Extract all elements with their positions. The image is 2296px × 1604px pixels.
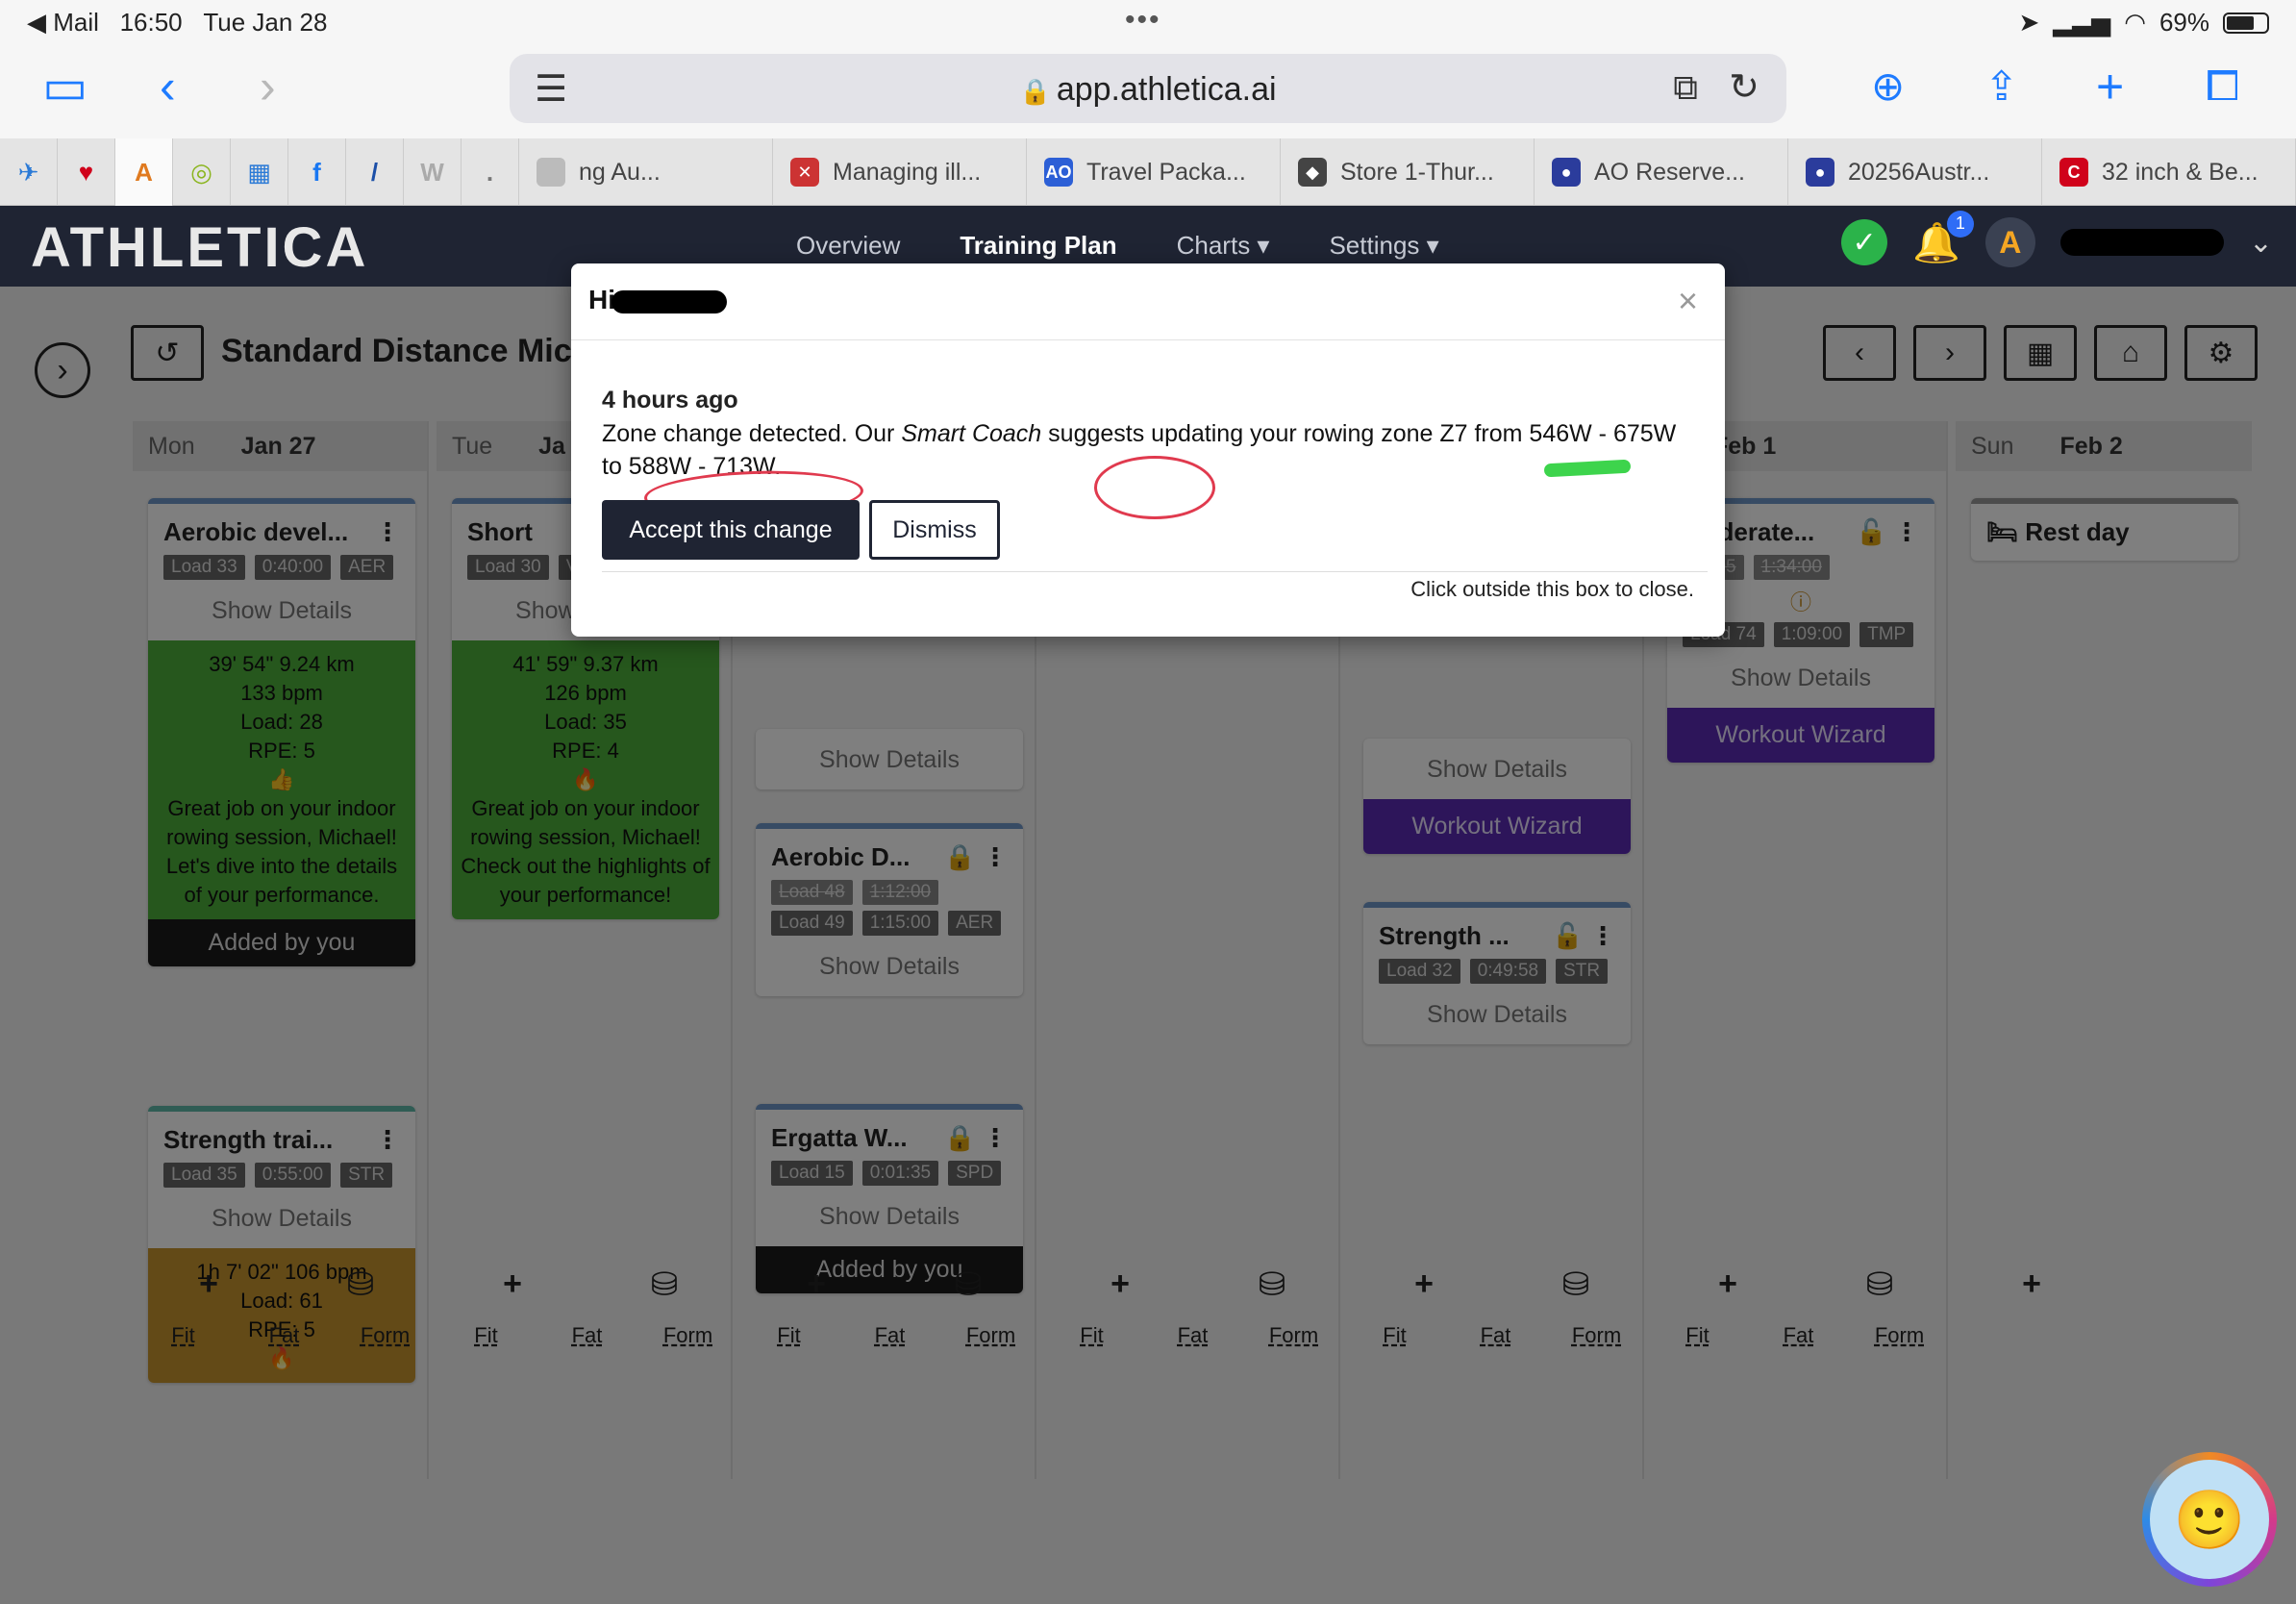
status-left: ◀ Mail 16:50 Tue Jan 28 xyxy=(27,8,327,38)
tab-label: Managing ill... xyxy=(833,158,982,186)
status-time: 16:50 xyxy=(119,8,183,37)
browser-tab[interactable]: ✕ Managing ill... xyxy=(773,138,1027,206)
tab-strip: ✈ ♥ A ◎ ▦ f / W . ng Au... ✕ Managing ill.… xyxy=(0,138,2296,206)
status-right: ➤ ▂▃▅ ◠ 69% xyxy=(2018,8,2269,38)
athletica-logo[interactable]: ATHLETICA xyxy=(31,215,368,280)
new-tab-icon[interactable]: + xyxy=(2096,58,2124,115)
notifications-bell-icon[interactable]: 🔔 1 xyxy=(1912,210,1974,265)
sync-status-check-icon[interactable]: ✓ xyxy=(1841,219,1888,265)
chevron-down-icon[interactable]: ⌄ xyxy=(2249,226,2273,260)
tab-favicon-icon: AO xyxy=(1044,158,1073,187)
tab-label: 20256Austr... xyxy=(1848,158,1990,186)
modal-divider xyxy=(602,571,1708,572)
back-icon[interactable]: ‹ xyxy=(160,58,176,115)
redacted-name xyxy=(611,289,727,313)
battery-icon xyxy=(2223,12,2269,34)
tab-favicon-icon xyxy=(537,158,565,187)
pinned-tab-9[interactable]: . xyxy=(462,138,519,206)
tab-favicon-icon: ● xyxy=(1552,158,1581,187)
pinned-tab-7[interactable]: / xyxy=(346,138,404,206)
nav-training-plan[interactable]: Training Plan xyxy=(960,231,1116,261)
notification-time: 4 hours ago xyxy=(602,387,738,414)
modal-title: Hi xyxy=(588,285,727,315)
battery-percent: 69% xyxy=(2159,8,2209,37)
pinned-tab-1[interactable]: ✈ xyxy=(0,138,58,206)
tab-label: AO Reserve... xyxy=(1594,158,1745,186)
address-bar[interactable]: ☰ 🔒 app.athletica.ai ⧉ ↻ xyxy=(510,54,1786,123)
notification-badge: 1 xyxy=(1946,210,1974,238)
sidebar-icon[interactable]: ▭ xyxy=(42,58,87,115)
browser-tab[interactable]: AO Travel Packa... xyxy=(1027,138,1281,206)
accept-change-button[interactable]: Accept this change xyxy=(602,500,860,560)
annotation-circle-zone xyxy=(1094,456,1215,519)
dismiss-button[interactable]: Dismiss xyxy=(869,500,1000,560)
extension-icon[interactable]: ⧉ xyxy=(1673,67,1698,109)
browser-tab[interactable]: ng Au... xyxy=(519,138,773,206)
reload-icon[interactable]: ↻ xyxy=(1729,65,1759,109)
pinned-tab-2[interactable]: ♥ xyxy=(58,138,115,206)
pinned-tab-facebook[interactable]: f xyxy=(288,138,346,206)
main-nav: Overview Training Plan Charts ▾ Settings… xyxy=(796,231,1439,261)
tabs-container: ng Au... ✕ Managing ill... AO Travel Packa..… xyxy=(519,138,2296,206)
pinned-tab-4[interactable]: ◎ xyxy=(173,138,231,206)
forward-icon[interactable]: › xyxy=(260,58,276,115)
browser-tab[interactable]: ◆ Store 1-Thur... xyxy=(1281,138,1535,206)
modal-header: Hi × xyxy=(571,263,1725,340)
tab-label: Travel Packa... xyxy=(1086,158,1246,186)
close-hint: Click outside this box to close. xyxy=(1410,577,1694,601)
browser-tab[interactable]: C 32 inch & Be... xyxy=(2042,138,2296,206)
pinned-tab-athletica[interactable]: A xyxy=(115,138,173,206)
zone-change-modal: Hi × 4 hours ago Zone change detected. O… xyxy=(571,263,1725,637)
nav-overview[interactable]: Overview xyxy=(796,231,900,261)
lock-icon: 🔒 xyxy=(1019,77,1051,106)
browser-tab[interactable]: ● 20256Austr... xyxy=(1788,138,2042,206)
wifi-icon: ◠ xyxy=(2124,8,2146,37)
username-redacted xyxy=(2059,229,2224,256)
smart-coach-avatar[interactable]: 🙂 xyxy=(2142,1452,2277,1587)
status-date: Tue Jan 28 xyxy=(203,8,328,37)
tabs-overview-icon[interactable]: ⧠ xyxy=(2206,58,2239,115)
header-right: ✓ 🔔 1 A ⌄ xyxy=(1841,210,2273,267)
coach-face-icon: 🙂 xyxy=(2150,1460,2269,1579)
nav-charts[interactable]: Charts ▾ xyxy=(1177,231,1270,261)
tab-favicon-icon: ◆ xyxy=(1298,158,1327,187)
signal-icon: ▂▃▅ xyxy=(2053,8,2111,37)
browser-toolbar: ▭ ‹ › ☰ 🔒 app.athletica.ai ⧉ ↻ ⊕ ⇪ + ⧠ xyxy=(0,46,2296,138)
pinned-tab-8[interactable]: W xyxy=(404,138,462,206)
share-icon[interactable]: ⇪ xyxy=(1984,58,2018,115)
tab-label: Store 1-Thur... xyxy=(1340,158,1494,186)
tab-favicon-icon: ● xyxy=(1806,158,1834,187)
back-to-app-link[interactable]: ◀ Mail xyxy=(27,8,99,37)
nav-settings[interactable]: Settings ▾ xyxy=(1329,231,1438,261)
tab-label: 32 inch & Be... xyxy=(2102,158,2259,186)
multitask-dots-icon[interactable]: ••• xyxy=(1125,4,1161,37)
ios-status-bar: ◀ Mail 16:50 Tue Jan 28 ••• ➤ ▂▃▅ ◠ 69% xyxy=(0,0,2296,46)
url-text: 🔒 app.athletica.ai xyxy=(1019,71,1277,108)
browser-tab[interactable]: ● AO Reserve... xyxy=(1535,138,1788,206)
location-icon: ➤ xyxy=(2018,8,2040,37)
download-icon[interactable]: ⊕ xyxy=(1871,58,1905,115)
close-icon[interactable]: × xyxy=(1678,281,1698,321)
tab-label: ng Au... xyxy=(579,158,661,186)
user-avatar[interactable]: A xyxy=(1984,217,2035,267)
tab-favicon-icon: C xyxy=(2059,158,2088,187)
tab-favicon-icon: ✕ xyxy=(790,158,819,187)
pinned-tab-5[interactable]: ▦ xyxy=(231,138,288,206)
